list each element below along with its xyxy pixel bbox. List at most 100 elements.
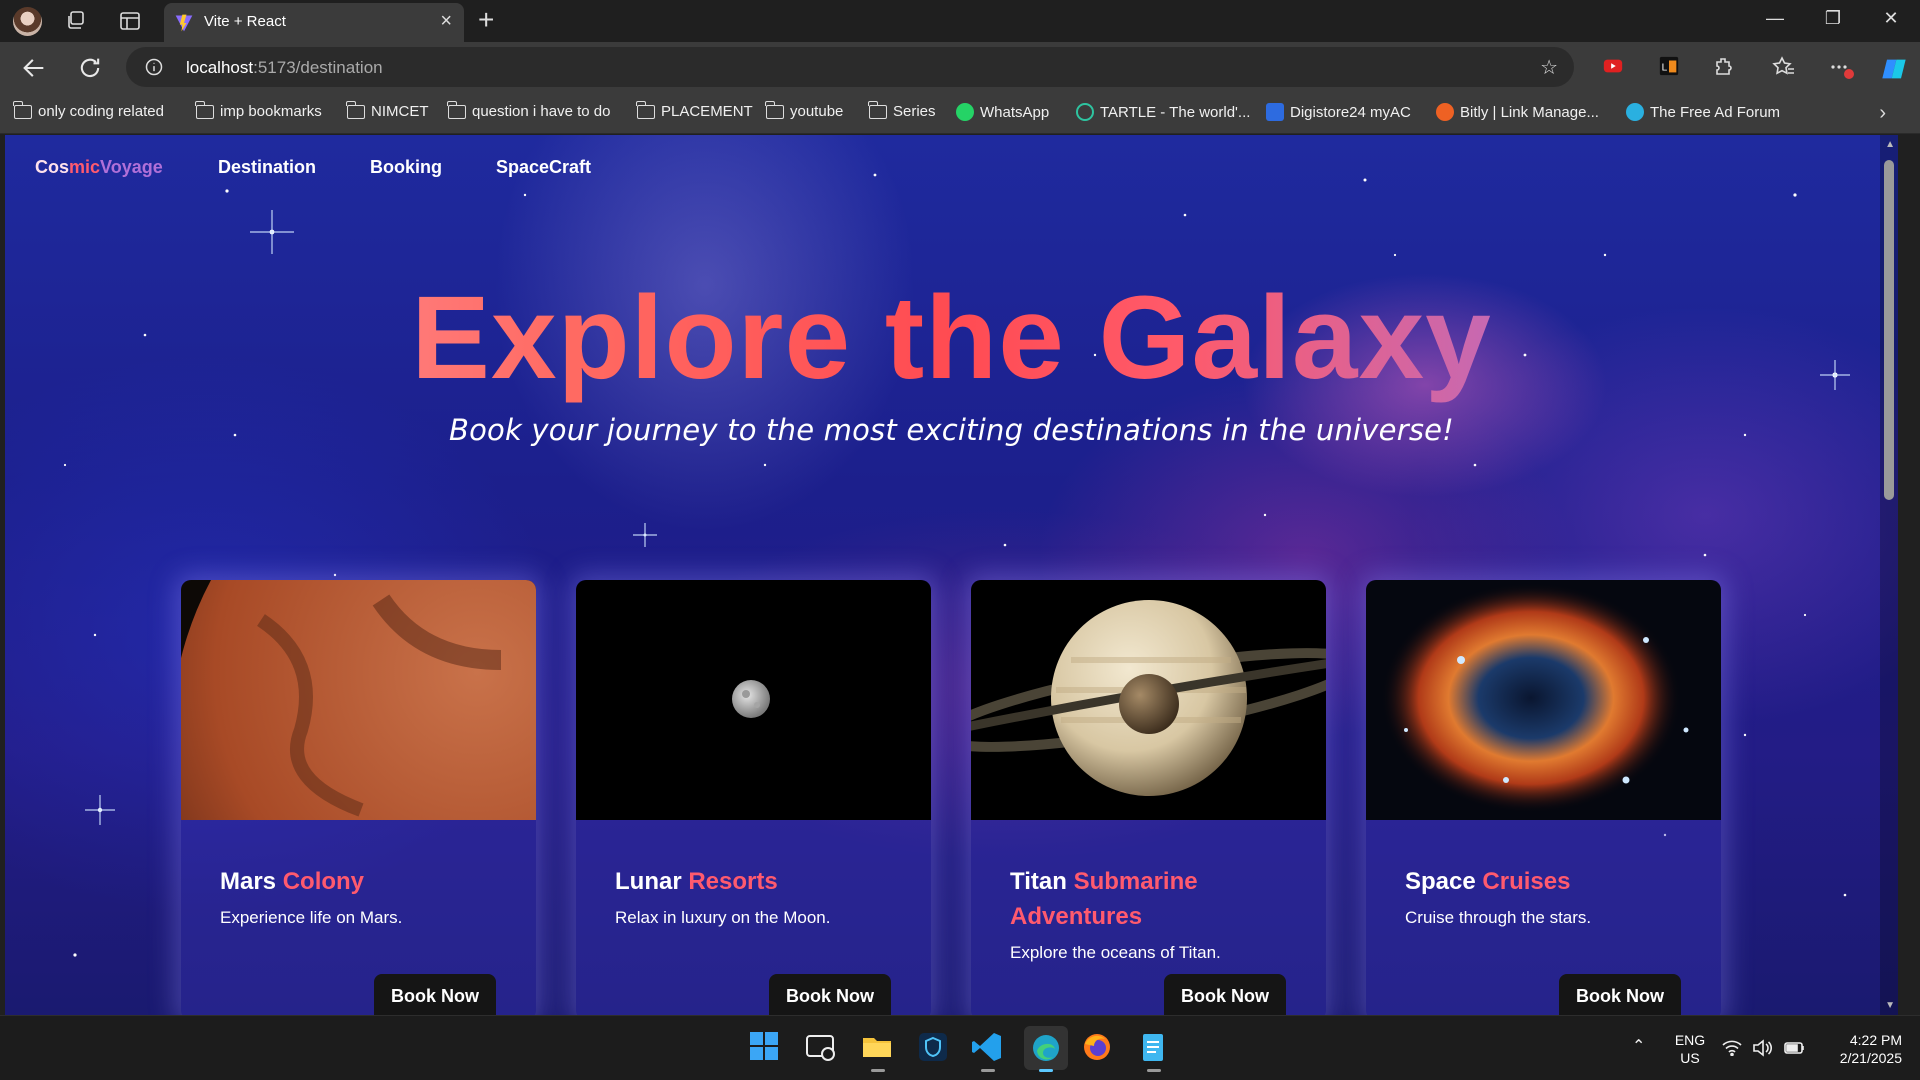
mars-image: [181, 580, 536, 820]
folder-icon: [346, 100, 365, 119]
workspaces-icon[interactable]: [64, 9, 88, 33]
book-now-button[interactable]: Book Now: [374, 974, 496, 1015]
restore-icon[interactable]: ❐: [1818, 8, 1848, 29]
nav-booking[interactable]: Booking: [370, 157, 442, 178]
card-description: Cruise through the stars.: [1405, 908, 1592, 927]
bookmark-free-ad-forum[interactable]: The Free Ad Forum: [1626, 103, 1780, 121]
card-description: Experience life on Mars.: [220, 908, 403, 927]
folder-icon: [13, 100, 32, 119]
card-title: Lunar Resorts: [615, 868, 778, 895]
book-now-button[interactable]: Book Now: [1559, 974, 1681, 1015]
bookmark-folder[interactable]: question i have to do: [447, 100, 610, 120]
windows-start-icon[interactable]: [748, 1030, 784, 1066]
favorite-star-icon[interactable]: ☆: [1540, 55, 1558, 80]
folder-icon: [765, 100, 784, 119]
minimize-icon[interactable]: —: [1760, 8, 1790, 29]
bookmark-folder[interactable]: NIMCET: [346, 100, 429, 120]
book-now-button[interactable]: Book Now: [769, 974, 891, 1015]
copilot-icon[interactable]: [1880, 55, 1906, 81]
nav-spacecraft[interactable]: SpaceCraft: [496, 157, 591, 178]
destination-card: Lunar Resorts Relax in luxury on the Moo…: [576, 580, 931, 1015]
browser-titlebar: Vite + React × + — ❐ ✕: [0, 0, 1920, 42]
bitly-icon: [1436, 103, 1454, 121]
card-title: Mars Colony: [220, 868, 365, 895]
scroll-down-icon[interactable]: ▼: [1885, 1000, 1895, 1011]
address-bar[interactable]: localhost:5173/destination ☆: [126, 47, 1574, 87]
digistore-icon: [1266, 103, 1284, 121]
bookmarks-bar: only coding related imp bookmarks NIMCET…: [0, 94, 1920, 134]
book-now-button[interactable]: Book Now: [1164, 974, 1286, 1015]
windows-taskbar: ⌃ ENG US 4:22 PM 2/21/2025: [0, 1015, 1920, 1080]
moon-image: [576, 580, 931, 820]
bookmark-folder[interactable]: imp bookmarks: [195, 100, 322, 120]
bookmark-folder[interactable]: only coding related: [13, 100, 164, 120]
close-window-icon[interactable]: ✕: [1876, 8, 1906, 29]
lh-extension-icon[interactable]: L: [1658, 55, 1684, 81]
new-tab-icon[interactable]: +: [478, 4, 494, 36]
tartle-icon: [1076, 103, 1094, 121]
card-description: Explore the oceans of Titan.: [1010, 943, 1221, 962]
site-info-icon[interactable]: [144, 57, 164, 82]
vite-logo-icon: [174, 13, 194, 38]
destination-card: Mars Colony Experience life on Mars. Boo…: [181, 580, 536, 1015]
url-text[interactable]: localhost:5173/destination: [186, 58, 383, 78]
site-navbar: CosmicVoyage: [35, 157, 163, 178]
bookmark-whatsapp[interactable]: WhatsApp: [956, 103, 1049, 121]
scroll-thumb[interactable]: [1884, 160, 1894, 500]
bookmark-digistore[interactable]: Digistore24 myAC: [1266, 103, 1411, 121]
bookmark-tartle[interactable]: TARTLE - The world'...: [1076, 103, 1250, 121]
vscode-icon[interactable]: [970, 1030, 1006, 1072]
extensions-puzzle-icon[interactable]: [1712, 55, 1738, 81]
hero-subtitle: Book your journey to the most exciting d…: [449, 413, 1454, 447]
volume-icon[interactable]: [1752, 1039, 1773, 1062]
destination-card: Titan Submarine Adventures Explore the o…: [971, 580, 1326, 1015]
bookmark-folder[interactable]: Series: [868, 100, 936, 120]
back-icon[interactable]: [20, 54, 48, 82]
nebula-image: [1366, 580, 1721, 820]
card-title: Space Cruises: [1405, 868, 1571, 895]
nav-destination[interactable]: Destination: [218, 157, 316, 178]
notepad-icon[interactable]: [1136, 1030, 1172, 1072]
bookmark-bitly[interactable]: Bitly | Link Manage...: [1436, 103, 1599, 121]
language-indicator[interactable]: ENG US: [1672, 1031, 1708, 1067]
running-indicator: [981, 1069, 995, 1072]
forum-icon: [1626, 103, 1644, 121]
site-logo[interactable]: CosmicVoyage: [35, 157, 163, 178]
active-indicator: [1039, 1069, 1053, 1072]
tab-actions-icon[interactable]: [118, 9, 142, 33]
profile-avatar[interactable]: [13, 7, 42, 36]
bookmark-folder[interactable]: youtube: [765, 100, 843, 120]
destination-card: Space Cruises Cruise through the stars. …: [1366, 580, 1721, 1015]
tab-title: Vite + React: [204, 13, 286, 30]
folder-icon: [636, 100, 655, 119]
card-description: Relax in luxury on the Moon.: [615, 908, 831, 927]
tray-overflow-icon[interactable]: ⌃: [1632, 1036, 1645, 1056]
clock[interactable]: 4:22 PM 2/21/2025: [1818, 1031, 1902, 1067]
close-tab-icon[interactable]: ×: [440, 10, 452, 33]
youtube-extension-icon[interactable]: [1602, 55, 1628, 81]
folder-icon: [195, 100, 214, 119]
page-scrollbar[interactable]: ▲ ▼: [1880, 135, 1898, 1015]
file-explorer-icon[interactable]: [860, 1030, 896, 1072]
edge-icon[interactable]: [1024, 1026, 1068, 1072]
whatsapp-icon: [956, 103, 974, 121]
favorites-icon[interactable]: [1772, 55, 1798, 81]
refresh-icon[interactable]: [76, 54, 104, 82]
battery-icon[interactable]: [1784, 1040, 1806, 1061]
browser-toolbar: localhost:5173/destination ☆ L: [0, 42, 1920, 94]
svg-text:L: L: [1662, 63, 1668, 74]
wifi-icon[interactable]: [1722, 1040, 1742, 1061]
folder-icon: [868, 100, 887, 119]
chevron-right-icon[interactable]: ›: [1879, 102, 1886, 125]
running-indicator: [871, 1069, 885, 1072]
page-viewport: CosmicVoyage Destination Booking SpaceCr…: [5, 135, 1898, 1015]
folder-icon: [447, 100, 466, 119]
bookmark-folder[interactable]: PLACEMENT: [636, 100, 753, 120]
more-options-icon[interactable]: [1828, 55, 1854, 81]
browser-tab-active[interactable]: Vite + React ×: [164, 3, 464, 42]
defender-icon[interactable]: [916, 1030, 952, 1066]
firefox-icon[interactable]: [1080, 1030, 1116, 1066]
scroll-up-icon[interactable]: ▲: [1885, 139, 1895, 150]
widgets-icon[interactable]: [804, 1030, 840, 1066]
running-indicator: [1147, 1069, 1161, 1072]
